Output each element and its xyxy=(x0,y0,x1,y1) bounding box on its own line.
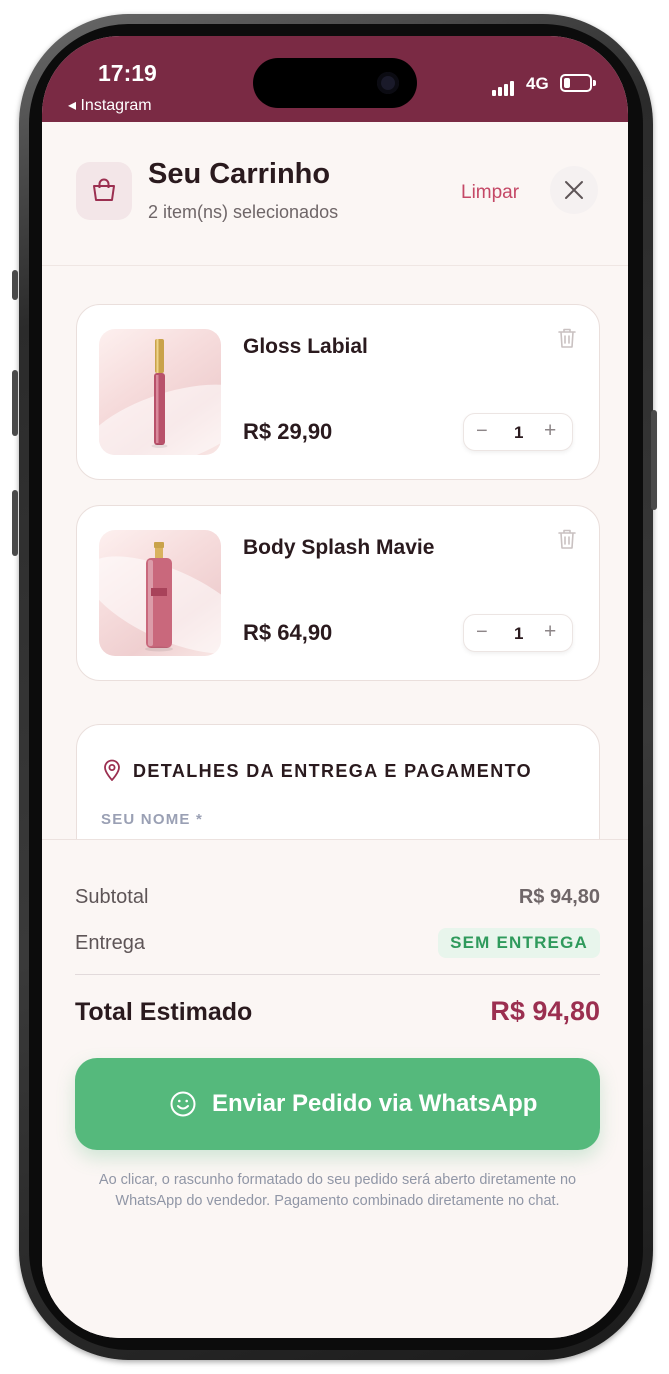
body-splash-image xyxy=(145,542,173,652)
decrease-button[interactable]: − xyxy=(476,420,488,443)
subtotal-label: Subtotal xyxy=(75,886,149,908)
back-to-app-link[interactable]: ◂ Instagram xyxy=(68,95,152,115)
quantity-stepper: − 1 + xyxy=(463,413,573,451)
decrease-button[interactable]: − xyxy=(476,621,488,644)
cart-item: Body Splash Mavie R$ 64,90 − 1 + xyxy=(76,505,600,681)
product-name: Gloss Labial xyxy=(243,335,368,358)
quantity-stepper: − 1 + xyxy=(463,614,573,652)
dynamic-island xyxy=(253,58,417,108)
product-image xyxy=(99,329,221,455)
mute-switch xyxy=(12,270,18,300)
clear-cart-button[interactable]: Limpar xyxy=(461,182,519,204)
power-button xyxy=(651,410,657,510)
section-title: DETALHES DA ENTREGA E PAGAMENTO xyxy=(133,761,533,781)
send-whatsapp-label: Enviar Pedido via WhatsApp xyxy=(212,1090,538,1117)
volume-up-button xyxy=(12,370,18,436)
status-bar: 17:19 ◂ Instagram 4G xyxy=(42,36,628,122)
product-name: Body Splash Mavie xyxy=(243,536,435,559)
status-time: 17:19 xyxy=(98,60,157,86)
increase-button[interactable]: + xyxy=(544,419,556,443)
name-field-label: SEU NOME * xyxy=(101,811,204,828)
close-button[interactable] xyxy=(550,166,598,214)
total-label: Total Estimado xyxy=(75,998,253,1026)
delivery-status-badge: SEM ENTREGA xyxy=(438,928,600,958)
subtotal-value: R$ 94,80 xyxy=(518,886,600,908)
product-price: R$ 29,90 xyxy=(243,419,333,444)
cart-icon-box xyxy=(76,162,132,220)
screen: 17:19 ◂ Instagram 4G Seu Carrinho 2 item… xyxy=(42,36,628,1338)
camera-icon xyxy=(377,72,399,94)
delivery-label: Entrega xyxy=(75,932,146,954)
close-icon xyxy=(565,181,583,199)
increase-button[interactable]: + xyxy=(544,620,556,644)
smile-icon xyxy=(170,1091,196,1117)
trash-icon[interactable] xyxy=(557,528,577,550)
battery-level xyxy=(564,78,570,88)
location-pin-icon xyxy=(104,759,120,781)
quantity-value: 1 xyxy=(514,423,524,442)
cart-header: Seu Carrinho 2 item(ns) selecionados Lim… xyxy=(42,122,628,266)
battery-icon xyxy=(560,74,596,92)
divider xyxy=(75,974,600,975)
disclaimer-text: Ao clicar, o rascunho formatado do seu p… xyxy=(98,1172,577,1209)
product-image xyxy=(99,530,221,656)
product-price: R$ 64,90 xyxy=(243,620,333,645)
signal-icon xyxy=(492,78,516,96)
network-type: 4G xyxy=(526,74,549,93)
send-whatsapp-button[interactable]: Enviar Pedido via WhatsApp xyxy=(75,1058,600,1150)
total-value: R$ 94,80 xyxy=(490,996,600,1026)
order-summary: Subtotal R$ 94,80 Entrega SEM ENTREGA To… xyxy=(42,839,628,1338)
cart-item: Gloss Labial R$ 29,90 − 1 + xyxy=(76,304,600,480)
item-count: 2 item(ns) selecionados xyxy=(148,202,339,222)
page-title: Seu Carrinho xyxy=(148,158,331,190)
trash-icon[interactable] xyxy=(557,327,577,349)
lip-gloss-image xyxy=(151,339,168,448)
quantity-value: 1 xyxy=(514,624,524,643)
volume-down-button xyxy=(12,490,18,556)
shopping-bag-icon xyxy=(93,178,115,201)
